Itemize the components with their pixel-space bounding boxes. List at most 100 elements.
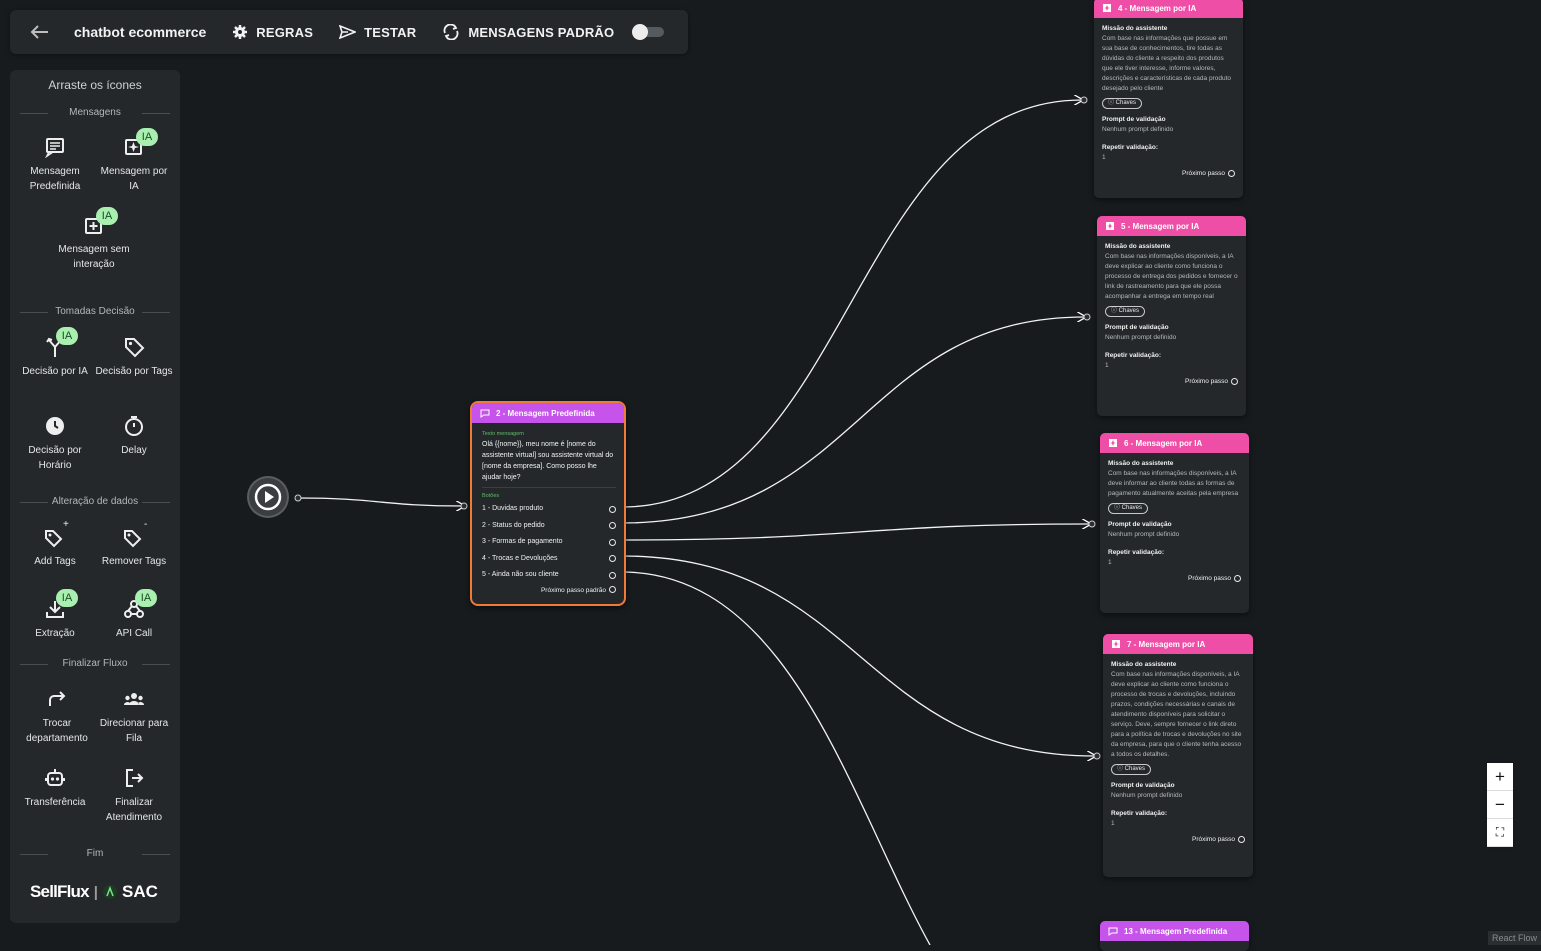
tag-minus-icon	[124, 530, 142, 548]
sidebar-title: Arraste os ícones	[48, 78, 142, 92]
back-button[interactable]	[26, 19, 52, 45]
node-4-ai-message[interactable]: 4 - Mensagem por IA Missão do assistente…	[1094, 0, 1243, 198]
option-label: 4 - Trocas e Devoluções	[482, 554, 558, 562]
react-flow-attribution[interactable]: React Flow	[1487, 931, 1541, 945]
sidebar-item-label: Decisão por Horário	[28, 445, 82, 471]
node-button-option[interactable]: 1 - Duvidas produto	[482, 501, 616, 518]
handle	[460, 502, 468, 510]
output-handle[interactable]	[609, 586, 616, 594]
sidebar-item-extraction[interactable]: Extração	[16, 598, 94, 641]
sidebar-item-label: Direcionar para Fila	[99, 718, 169, 744]
output-handle[interactable]	[1238, 835, 1245, 843]
sidebar-item-label: Decisão por IA	[22, 366, 88, 377]
arrow-left-icon	[30, 25, 48, 39]
zoom-in-button[interactable]: +	[1487, 763, 1513, 791]
node-title: 13 - Mensagem Predefinida	[1124, 926, 1228, 936]
repeat-icon	[443, 24, 459, 40]
keys-chip[interactable]: ⓘ Chaves	[1111, 764, 1152, 775]
test-button[interactable]: TESTAR	[339, 25, 416, 40]
node-2-predefined-message[interactable]: 2 - Mensagem Predefinida Texto mensagem …	[470, 401, 626, 606]
sidebar-item-remove-tags[interactable]: Remover Tags	[95, 526, 173, 569]
validation-prompt-value: Nenhum prompt definido	[1111, 792, 1183, 799]
output-handle[interactable]	[609, 538, 616, 546]
default-next-step[interactable]: Próximo passo padrão	[482, 586, 616, 596]
next-step[interactable]: Próximo passo	[1102, 169, 1235, 179]
buttons-label: Botões	[482, 493, 500, 499]
mission-label: Missão do assistente	[1102, 25, 1168, 32]
start-node[interactable]	[249, 478, 287, 516]
node-13-predefined-message[interactable]: 13 - Mensagem Predefinida	[1100, 921, 1249, 951]
sidebar-item-ai-message[interactable]: Mensagem por IA	[95, 136, 173, 194]
validation-prompt-value: Nenhum prompt definido	[1102, 126, 1174, 133]
ai-sparkle-icon	[1106, 222, 1114, 230]
sidebar-item-transfer[interactable]: Transferência	[16, 767, 94, 810]
edge-4-to-7	[621, 555, 1095, 756]
ai-sparkle-icon	[1103, 4, 1111, 12]
sidebar-item-label: Trocar departamento	[26, 718, 88, 744]
output-handle[interactable]	[609, 555, 616, 563]
node-header: 5 - Mensagem por IA	[1097, 216, 1246, 236]
sidebar-item-label: API Call	[115, 628, 153, 639]
info-icon: ⓘ	[1117, 766, 1125, 772]
sidebar-item-no-interaction-message[interactable]: Mensagem sem interação	[55, 214, 133, 272]
output-handle[interactable]	[609, 522, 616, 530]
node-header: 2 - Mensagem Predefinida	[472, 403, 624, 423]
gear-icon	[233, 25, 248, 39]
option-label: 3 - Formas de pagamento	[482, 538, 563, 546]
sidebar-item-label: Add Tags	[34, 556, 76, 567]
sidebar-item-api-call[interactable]: API Call	[95, 598, 173, 641]
default-messages-button[interactable]: MENSAGENS PADRÃO	[442, 24, 614, 40]
mission-text: Com base nas informações disponíveis, a …	[1105, 253, 1238, 300]
logout-icon	[126, 769, 144, 787]
message-icon	[1108, 927, 1118, 936]
ai-badge: IA	[135, 589, 157, 607]
chip-label: Chaves	[1118, 308, 1140, 314]
output-handle[interactable]	[609, 505, 616, 513]
node-button-option[interactable]: 2 - Status do pedido	[482, 518, 616, 535]
validation-prompt-label: Prompt de validação	[1111, 782, 1175, 789]
sidebar-item-predefined-message[interactable]: Mensagem Predefinida	[16, 136, 94, 194]
sidebar-item-queue[interactable]: Direcionar para Fila	[95, 688, 173, 746]
next-step[interactable]: Próximo passo	[1111, 835, 1245, 845]
sidebar-item-delay[interactable]: Delay	[95, 415, 173, 458]
sidebar-item-add-tags[interactable]: Add Tags	[16, 526, 94, 569]
option-label: 2 - Status do pedido	[482, 521, 545, 529]
sidebar-item-finish-service[interactable]: Finalizar Atendimento	[95, 767, 173, 825]
tag-icon	[125, 338, 145, 358]
sac-logo-text: SAC	[122, 882, 158, 901]
sidebar-item-ai-decision[interactable]: Decisão por IA	[16, 336, 94, 379]
rules-button[interactable]: REGRAS	[232, 24, 313, 40]
output-handle[interactable]	[1231, 377, 1238, 385]
node-7-ai-message[interactable]: 7 - Mensagem por IA Missão do assistente…	[1103, 634, 1253, 877]
edge-5-to-13	[621, 571, 931, 945]
next-step[interactable]: Próximo passo	[1108, 574, 1241, 584]
info-icon: ⓘ	[1114, 505, 1122, 511]
output-handle[interactable]	[609, 571, 616, 579]
chip-label: Chaves	[1124, 766, 1146, 772]
next-step[interactable]: Próximo passo	[1105, 377, 1238, 387]
repeat-validation-label: Repetir validação:	[1105, 352, 1161, 359]
keys-chip[interactable]: ⓘ Chaves	[1108, 503, 1149, 514]
node-button-option[interactable]: 5 - Ainda não sou cliente	[482, 567, 616, 584]
fit-view-button[interactable]: ⛶	[1487, 819, 1513, 847]
output-handle[interactable]	[1234, 574, 1241, 582]
components-sidebar: Arraste os ícones Mensagens Mensagem Pre…	[10, 70, 180, 923]
output-handle[interactable]	[1228, 169, 1235, 177]
default-messages-toggle[interactable]	[632, 24, 665, 40]
keys-chip[interactable]: ⓘ Chaves	[1105, 306, 1146, 317]
keys-chip[interactable]: ⓘ Chaves	[1102, 98, 1143, 109]
sidebar-item-time-decision[interactable]: Decisão por Horário	[16, 415, 94, 473]
node-title: 5 - Mensagem por IA	[1121, 221, 1200, 231]
sidebar-item-tag-decision[interactable]: Decisão por Tags	[95, 336, 173, 379]
brand-logo: SellFlux | SAC	[30, 882, 158, 902]
node-button-option[interactable]: 3 - Formas de pagamento	[482, 534, 616, 551]
handle	[294, 494, 302, 502]
zoom-controls: + − ⛶	[1487, 763, 1513, 847]
send-icon	[339, 25, 357, 39]
sidebar-item-label: Remover Tags	[101, 556, 167, 567]
node-6-ai-message[interactable]: 6 - Mensagem por IA Missão do assistente…	[1100, 433, 1249, 613]
node-button-option[interactable]: 4 - Trocas e Devoluções	[482, 551, 616, 568]
zoom-out-button[interactable]: −	[1487, 791, 1513, 819]
node-5-ai-message[interactable]: 5 - Mensagem por IA Missão do assistente…	[1097, 216, 1246, 416]
sidebar-item-switch-department[interactable]: Trocar departamento	[18, 688, 96, 746]
